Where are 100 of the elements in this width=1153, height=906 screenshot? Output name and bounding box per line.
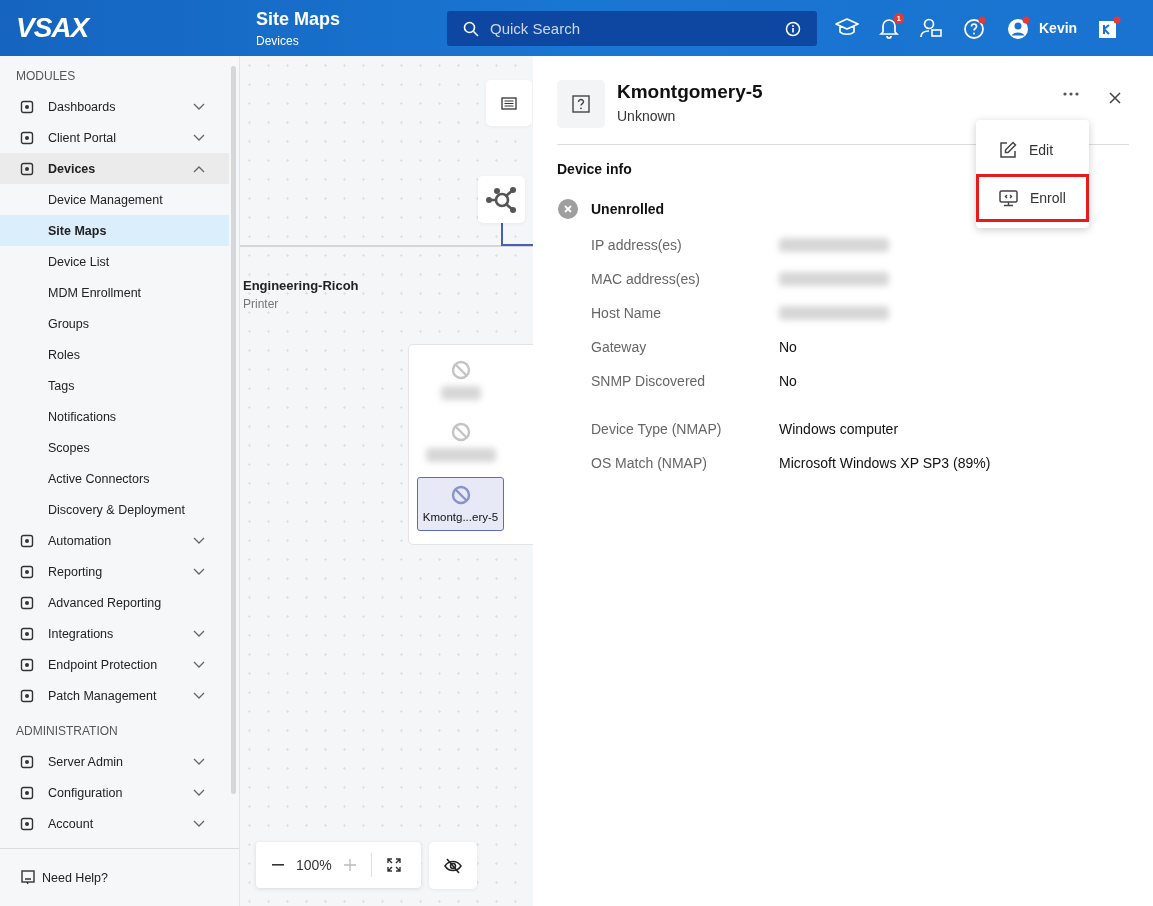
nav-item[interactable]: Automation	[0, 525, 229, 556]
nav-subitem[interactable]: Scopes	[0, 432, 229, 463]
help-icon[interactable]	[963, 16, 987, 40]
field-label: Device Type (NMAP)	[591, 421, 723, 437]
nav-subitem[interactable]: Roles	[0, 339, 229, 370]
search-field[interactable]: Quick Search	[447, 10, 817, 46]
field-value: No	[779, 339, 797, 355]
network-icon	[485, 185, 518, 214]
nav-subitem[interactable]: Notifications	[0, 401, 229, 432]
chevron-down-icon	[193, 536, 205, 545]
minus-icon	[272, 864, 284, 866]
nav-subitem[interactable]: Device List	[0, 246, 229, 277]
field-value: Microsoft Windows XP SP3 (89%)	[779, 455, 991, 471]
app-tile-icon[interactable]	[1097, 16, 1122, 40]
monitor-icon	[999, 189, 1018, 207]
field-label: Host Name	[591, 305, 663, 321]
field-label: Gateway	[591, 339, 648, 355]
module-icon	[20, 657, 34, 672]
section-heading: MODULES	[15, 68, 77, 85]
field-label: SNMP Discovered	[591, 373, 707, 389]
nav-item[interactable]: Client Portal	[0, 122, 229, 153]
bell-icon[interactable]	[879, 17, 899, 39]
section-title: Device info	[557, 161, 633, 177]
nav-subitem[interactable]: Active Connectors	[0, 463, 229, 494]
zoom-level: 100%	[296, 857, 332, 873]
module-icon	[20, 626, 34, 641]
nav-subitem[interactable]: Site Maps	[0, 215, 229, 246]
user-avatar-icon[interactable]	[1007, 16, 1031, 40]
nav-item[interactable]: Integrations	[0, 618, 229, 649]
nav-item[interactable]: Server Admin	[0, 746, 229, 777]
list-view-button[interactable]	[486, 80, 532, 126]
edit-icon	[999, 141, 1017, 159]
module-icon	[20, 99, 34, 114]
chevron-down-icon	[193, 788, 205, 797]
section-heading: ADMINISTRATION	[15, 723, 119, 740]
field-value: Windows computer	[779, 421, 899, 437]
blurred-label	[440, 386, 481, 400]
nav-subitem[interactable]: Groups	[0, 308, 229, 339]
nav-item[interactable]: Configuration	[0, 777, 229, 808]
device-name: Kmontgomery-5	[617, 81, 764, 103]
close-icon	[1109, 92, 1121, 104]
chevron-down-icon	[193, 133, 205, 142]
group-type: Printer	[243, 297, 280, 311]
module-icon	[20, 816, 34, 831]
nav-item[interactable]: Endpoint Protection	[0, 649, 229, 680]
nav-item[interactable]: Dashboards	[0, 91, 229, 122]
nav-item[interactable]: Reporting	[0, 556, 229, 587]
nav-item[interactable]: Devices	[0, 153, 229, 184]
eye-slash-icon	[444, 857, 462, 874]
more-icon	[1063, 92, 1079, 96]
module-icon	[20, 688, 34, 703]
plus-icon	[343, 859, 356, 871]
blurred-label	[425, 448, 496, 462]
nav-subitem[interactable]: MDM Enrollment	[0, 277, 229, 308]
network-hub-node[interactable]	[478, 176, 525, 223]
nav-item[interactable]: Account	[0, 808, 229, 839]
blocked-icon	[450, 360, 471, 380]
logo[interactable]: VSAX	[0, 12, 240, 44]
field-label: IP address(es)	[591, 237, 683, 253]
device-node[interactable]: Kmontg...ery-5	[417, 477, 504, 531]
user-name[interactable]: Kevin	[1039, 20, 1078, 36]
list-icon	[501, 96, 517, 110]
chevron-down-icon	[193, 691, 205, 700]
page-subtitle: Devices	[256, 33, 300, 48]
menu-item[interactable]: Enroll	[976, 174, 1089, 222]
module-icon	[20, 564, 34, 579]
help-link[interactable]: Need Help?	[21, 870, 108, 885]
group-name: Engineering-Ricoh	[243, 278, 359, 293]
help-book-icon	[21, 870, 35, 885]
support-person-icon[interactable]	[919, 17, 943, 39]
nav-subitem[interactable]: Device Management	[0, 184, 229, 215]
chevron-down-icon	[193, 102, 205, 111]
enrollment-status: Unenrolled	[591, 201, 665, 217]
blocked-icon	[450, 485, 471, 505]
nav-item[interactable]: Advanced Reporting	[0, 587, 229, 618]
expand-icon	[386, 858, 401, 872]
chevron-down-icon	[193, 757, 205, 766]
page-title: Site Maps	[256, 8, 342, 30]
module-icon	[20, 754, 34, 769]
field-label: OS Match (NMAP)	[591, 455, 708, 471]
nav-subitem[interactable]: Tags	[0, 370, 229, 401]
chevron-down-icon	[193, 629, 205, 638]
chevron-down-icon	[193, 567, 205, 576]
module-icon	[20, 130, 34, 145]
question-mark-icon	[572, 95, 590, 113]
field-value: No	[779, 373, 797, 389]
menu-item[interactable]: Edit	[976, 126, 1089, 174]
search-icon	[463, 20, 479, 37]
device-type: Unknown	[617, 108, 677, 124]
chevron-down-icon	[193, 819, 205, 828]
nav-subitem[interactable]: Discovery & Deployment	[0, 494, 229, 525]
blocked-icon	[450, 422, 471, 442]
module-icon	[20, 595, 34, 610]
hide-toggle-button[interactable]	[429, 842, 477, 889]
nav-item[interactable]: Patch Management	[0, 680, 229, 711]
module-icon	[20, 533, 34, 548]
module-icon	[20, 785, 34, 800]
field-label: MAC address(es)	[591, 271, 701, 287]
info-icon[interactable]	[785, 20, 801, 37]
chevron-down-icon	[193, 660, 205, 669]
